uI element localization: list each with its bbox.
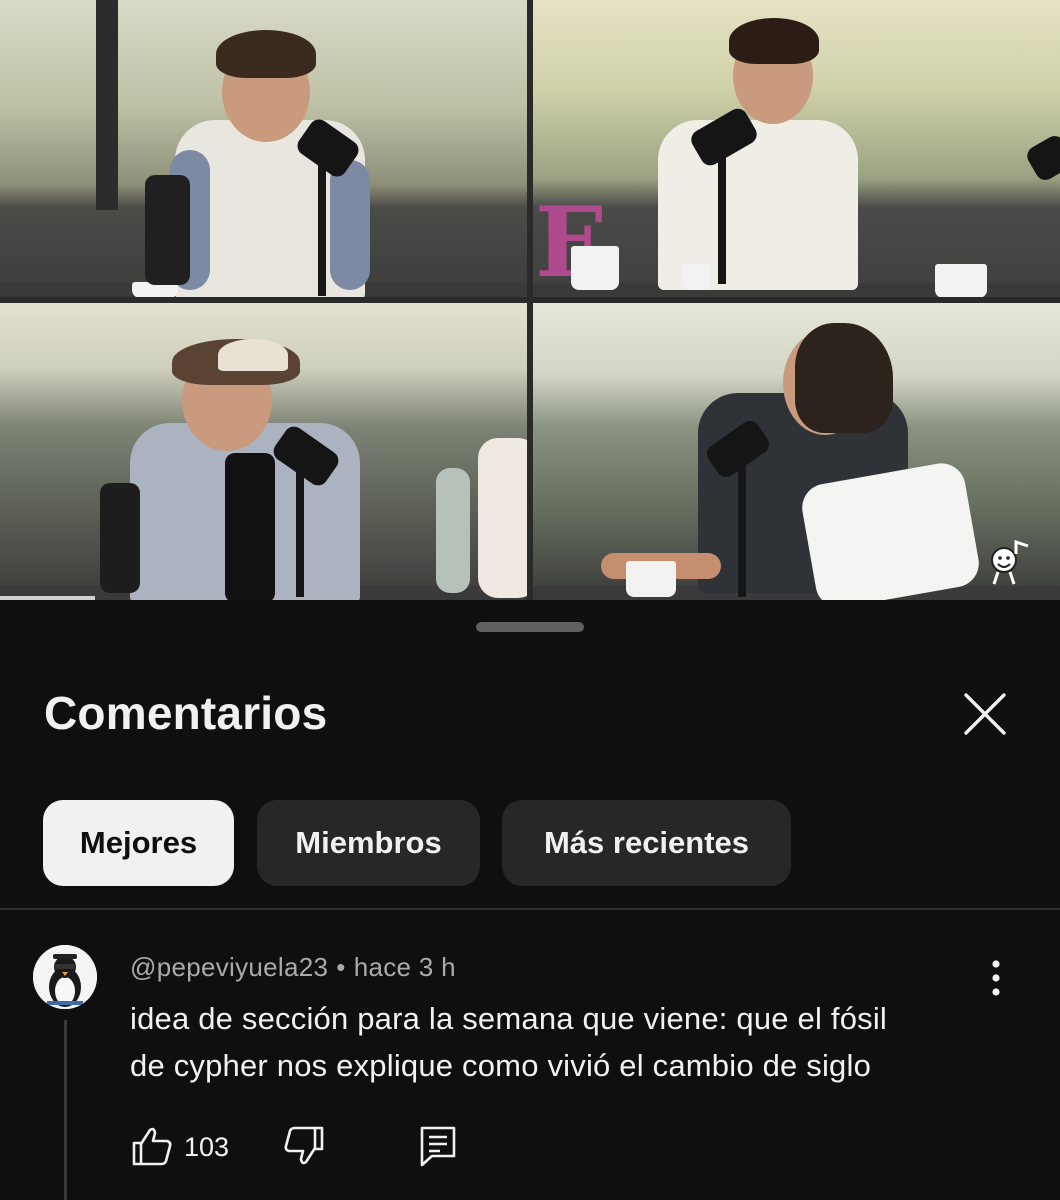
comment-meta: @pepeviyuela23 • hace 3 h: [130, 952, 456, 983]
meta-separator: •: [336, 952, 346, 982]
thumb-up-icon: [132, 1127, 172, 1166]
chip-miembros[interactable]: Miembros: [257, 800, 480, 886]
comment-author[interactable]: @pepeviyuela23: [130, 952, 328, 982]
drag-handle[interactable]: [476, 622, 584, 632]
chip-label: Más recientes: [543, 825, 750, 860]
comments-sheet: Comentarios Mejores Miembros Más recient…: [0, 600, 1060, 1200]
comment-time: hace 3 h: [353, 952, 456, 982]
like-count: 103: [184, 1132, 230, 1162]
comment-text: idea de sección para la semana que viene…: [130, 995, 990, 1089]
music-note-sticker-icon: [991, 540, 1029, 585]
divider: [0, 908, 1060, 910]
close-button[interactable]: [955, 687, 1015, 743]
chip-mejores[interactable]: Mejores: [43, 800, 234, 886]
thread-line: [64, 1020, 67, 1200]
video-player[interactable]: F: [0, 0, 1060, 600]
video-panel-top-left: [0, 0, 527, 297]
like-button[interactable]: [130, 1124, 174, 1168]
dislike-button[interactable]: [282, 1124, 326, 1168]
sheet-title: Comentarios: [44, 687, 328, 739]
chip-label: Miembros: [295, 825, 442, 860]
thumb-down-icon: [284, 1126, 324, 1165]
chip-label: Mejores: [79, 825, 198, 860]
video-panel-top-right: F: [533, 0, 1060, 297]
comment-text-line: de cypher nos explique como vivió el cam…: [130, 1048, 872, 1083]
reply-icon: [420, 1126, 456, 1167]
video-panel-bottom-left: [0, 303, 527, 600]
penguin-avatar-icon: [33, 945, 97, 1009]
close-icon: [964, 693, 1006, 735]
comment-more-button[interactable]: [980, 958, 1012, 998]
reply-button[interactable]: [418, 1124, 458, 1168]
comment-text-line: idea de sección para la semana que viene…: [130, 1001, 888, 1036]
chip-mas-recientes[interactable]: Más recientes: [502, 800, 791, 886]
video-panel-bottom-right: [533, 303, 1060, 600]
more-vert-icon: [992, 960, 1000, 996]
avatar[interactable]: [33, 945, 97, 1009]
